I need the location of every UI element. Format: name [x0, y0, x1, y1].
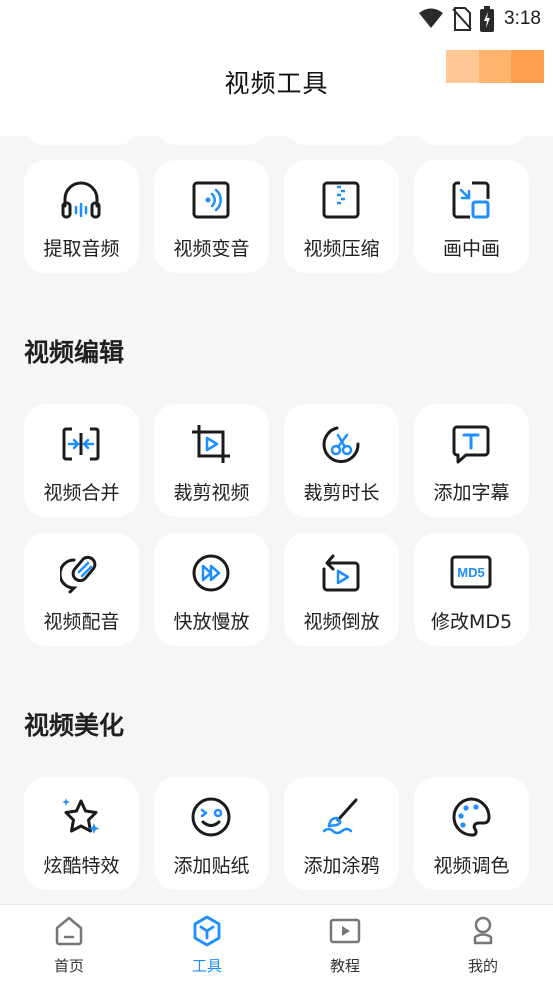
tool-label: 快放慢放	[173, 611, 250, 633]
wifi-icon	[419, 8, 444, 28]
battery-charging-icon	[480, 6, 495, 32]
tool-label: 添加贴纸	[173, 855, 250, 877]
tool-modify-md5[interactable]: MD5 修改MD5	[414, 533, 529, 646]
tool-add-graffiti[interactable]: 添加涂鸦	[284, 777, 399, 890]
tool-label: 添加涂鸦	[303, 855, 380, 877]
tool-label: 视频调色	[433, 855, 510, 877]
tool-cool-effects[interactable]: 炫酷特效	[24, 777, 139, 890]
paintbrush-icon	[322, 798, 358, 835]
tool-label: 画中画	[442, 238, 500, 260]
tool-label: 裁剪视频	[173, 482, 250, 504]
tool-label: 视频配音	[43, 611, 120, 633]
tab-profile[interactable]: 我的	[414, 905, 552, 983]
tool-label: 视频倒放	[303, 611, 380, 633]
voice-change-icon	[192, 181, 230, 219]
tool-label: 添加字幕	[433, 482, 510, 504]
tool-speed-change[interactable]: 快放慢放	[154, 533, 269, 646]
badge-segment	[446, 50, 479, 83]
tab-tutorial[interactable]: 教程	[276, 905, 414, 983]
tutorial-play-icon	[329, 918, 361, 944]
profile-icon	[473, 916, 493, 945]
subtitle-icon	[452, 425, 490, 464]
tool-label: 炫酷特效	[43, 855, 120, 877]
tool-label: 视频压缩	[303, 238, 380, 260]
tool-label: 裁剪时长	[303, 482, 380, 504]
trim-duration-icon	[322, 426, 360, 464]
status-time: 3:18	[504, 8, 541, 29]
partial-card[interactable]	[284, 136, 399, 145]
tool-label: 修改MD5	[430, 611, 513, 633]
md5-icon: MD5	[450, 555, 492, 589]
home-icon	[55, 916, 83, 946]
picture-in-picture-icon	[452, 181, 490, 219]
status-icons: 3:18	[418, 6, 541, 32]
headphones-icon	[61, 181, 101, 219]
tool-label: 视频变音	[173, 238, 250, 260]
badge-segment	[478, 50, 512, 83]
tab-home[interactable]: 首页	[0, 905, 138, 983]
header: 视频工具	[0, 38, 553, 136]
tool-crop-video[interactable]: 裁剪视频	[154, 404, 269, 517]
fast-forward-icon	[192, 554, 230, 592]
tool-video-dub[interactable]: 视频配音	[24, 533, 139, 646]
no-sim-icon	[452, 7, 472, 31]
section-title-video-beautify: 视频美化	[24, 711, 125, 740]
section-title-video-edit: 视频编辑	[24, 338, 125, 367]
tool-video-compress[interactable]: 视频压缩	[284, 160, 399, 273]
tool-add-sticker[interactable]: 添加贴纸	[154, 777, 269, 890]
sparkle-star-icon	[62, 798, 100, 834]
tab-label: 首页	[53, 957, 84, 975]
tab-tools[interactable]: 工具	[138, 905, 276, 983]
tools-cube-icon	[193, 915, 221, 947]
merge-icon	[62, 427, 100, 461]
header-badge[interactable]	[446, 50, 545, 83]
zip-compress-icon	[322, 181, 360, 219]
tool-label: 视频合并	[43, 482, 120, 504]
bottom-tab-bar: 首页 工具 教程 我的	[0, 904, 553, 983]
partial-card[interactable]	[154, 136, 269, 145]
svg-text:MD5: MD5	[457, 565, 484, 580]
partial-card[interactable]	[414, 136, 529, 145]
badge-segment	[511, 50, 545, 83]
tool-extract-audio[interactable]: 提取音频	[24, 160, 139, 273]
tool-add-subtitle[interactable]: 添加字幕	[414, 404, 529, 517]
status-bar: 3:18	[0, 0, 553, 38]
tool-picture-in-picture[interactable]: 画中画	[414, 160, 529, 273]
tab-label: 工具	[191, 957, 222, 975]
crop-video-icon	[192, 425, 230, 463]
tool-label: 提取音频	[43, 238, 120, 260]
palette-icon	[452, 797, 491, 837]
tool-video-merge[interactable]: 视频合并	[24, 404, 139, 517]
partial-card[interactable]	[24, 136, 139, 145]
microphone-icon	[60, 555, 97, 594]
tool-reverse-play[interactable]: 视频倒放	[284, 533, 399, 646]
tool-content[interactable]: 提取音频 视频变音 视频压缩 画中画 视频编辑 视频合并 裁剪视频 裁剪时长 添…	[0, 136, 553, 904]
sticker-face-icon	[191, 797, 231, 837]
tool-voice-change[interactable]: 视频变音	[154, 160, 269, 273]
tool-trim-duration[interactable]: 裁剪时长	[284, 404, 399, 517]
tool-color-grade[interactable]: 视频调色	[414, 777, 529, 890]
tab-label: 教程	[329, 957, 360, 975]
reverse-play-icon	[322, 554, 360, 592]
tab-label: 我的	[467, 957, 498, 975]
